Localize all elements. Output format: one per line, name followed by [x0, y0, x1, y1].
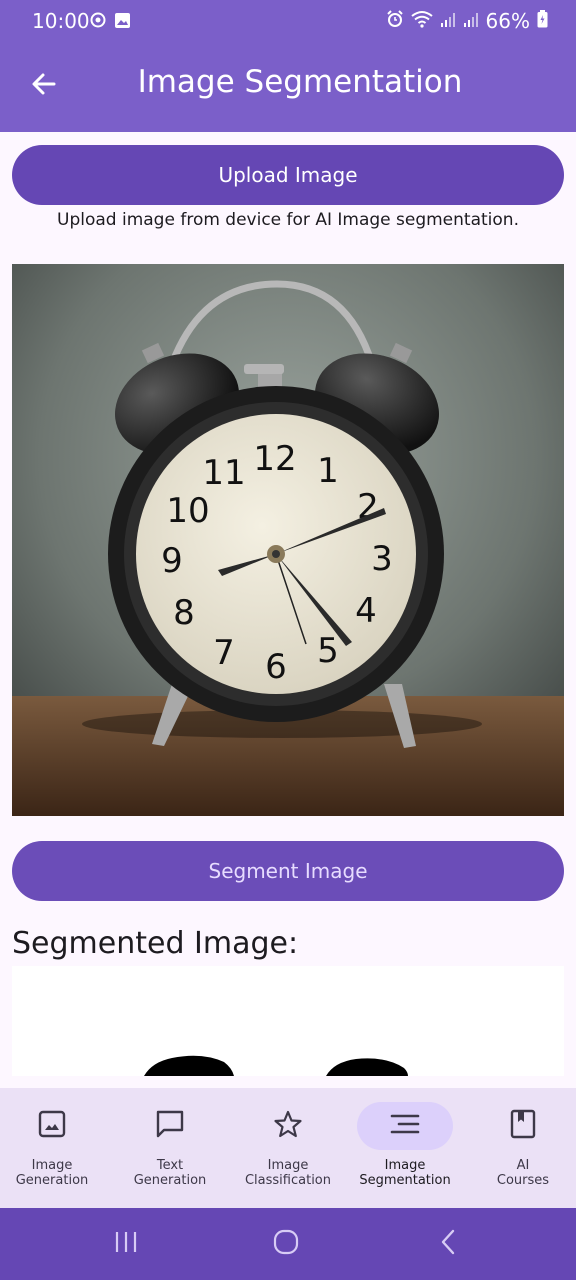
svg-text:11: 11 [202, 453, 245, 493]
message-icon [155, 1109, 185, 1143]
signal-icon [440, 9, 456, 33]
svg-text:12: 12 [253, 439, 296, 479]
home-button[interactable] [266, 1226, 306, 1262]
nav-label-ai-courses: AI Courses [496, 1158, 550, 1188]
battery-icon [537, 9, 548, 33]
signal-icon [463, 9, 479, 33]
nav-item-text-generation[interactable]: Text Generation [112, 1088, 228, 1208]
book-icon [510, 1109, 536, 1143]
svg-text:7: 7 [213, 633, 235, 673]
svg-text:5: 5 [317, 631, 339, 671]
segment-image-button[interactable]: Segment Image [12, 841, 564, 901]
gallery-icon [114, 12, 131, 33]
upload-image-button[interactable]: Upload Image [12, 145, 564, 205]
home-icon [273, 1229, 299, 1259]
segmented-image-title: Segmented Image: [12, 926, 299, 961]
battery-percent: 66% [485, 9, 530, 33]
uploaded-image: 12 1 2 3 4 5 6 7 8 9 10 11 [12, 264, 564, 816]
segmented-image [12, 966, 564, 1076]
segment-lines-icon [390, 1112, 420, 1140]
status-time: 10:00 [32, 9, 90, 33]
wifi-icon [410, 9, 433, 33]
bottom-navigation: Image Generation Text Generation Image C… [0, 1088, 576, 1208]
recents-icon [113, 1230, 139, 1258]
svg-text:10: 10 [166, 491, 209, 531]
svg-text:9: 9 [161, 541, 183, 581]
app-bar: Image Segmentation [0, 44, 576, 132]
recents-button[interactable] [106, 1226, 146, 1262]
nav-item-image-generation[interactable]: Image Generation [0, 1088, 110, 1208]
status-bar: 10:00 66% [0, 0, 576, 44]
page-title: Image Segmentation [137, 64, 463, 100]
svg-text:3: 3 [371, 539, 393, 579]
chevron-left-icon [438, 1229, 458, 1259]
nav-label-image-generation: Image Generation [15, 1158, 89, 1188]
notification-icon [90, 12, 106, 33]
svg-text:1: 1 [317, 451, 339, 491]
nav-item-image-classification[interactable]: Image Classification [230, 1088, 346, 1208]
nav-label-text-generation: Text Generation [133, 1158, 207, 1188]
image-icon [38, 1110, 66, 1142]
svg-text:8: 8 [173, 593, 195, 633]
segment-image-button-label: Segment Image [208, 859, 368, 883]
nav-label-image-classification: Image Classification [244, 1158, 332, 1188]
svg-text:6: 6 [265, 647, 287, 687]
nav-item-ai-courses[interactable]: AI Courses [465, 1088, 576, 1208]
upload-image-button-label: Upload Image [218, 163, 358, 187]
system-navigation-bar [0, 1208, 576, 1280]
star-icon [273, 1109, 303, 1143]
nav-item-image-segmentation[interactable]: Image Segmentation [347, 1088, 463, 1208]
system-back-button[interactable] [428, 1226, 468, 1262]
svg-text:4: 4 [355, 591, 377, 631]
alarm-icon [386, 9, 404, 33]
upload-hint-text: Upload image from device for AI Image se… [57, 210, 519, 230]
nav-label-image-segmentation: Image Segmentation [359, 1158, 451, 1188]
